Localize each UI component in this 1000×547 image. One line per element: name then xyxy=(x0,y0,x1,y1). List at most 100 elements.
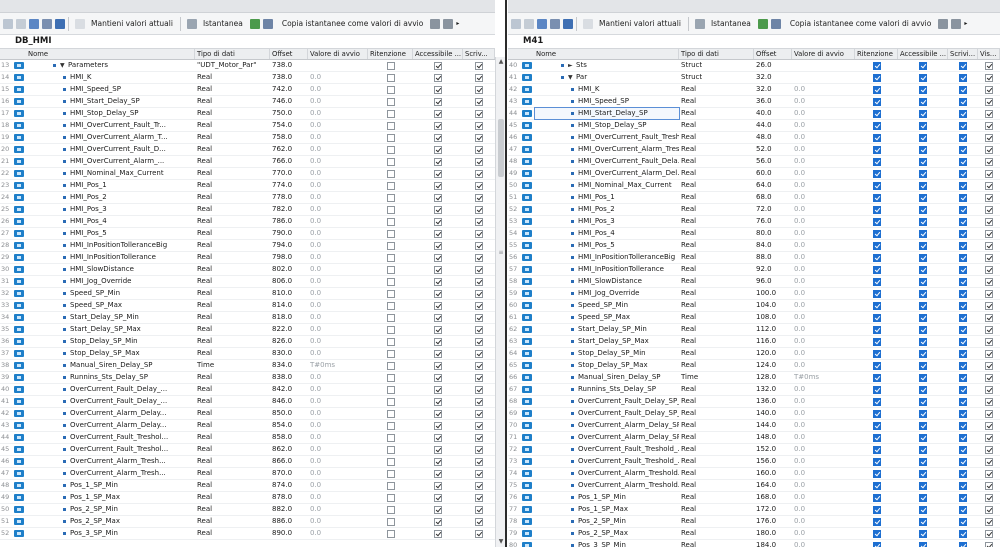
type-cell[interactable]: Real xyxy=(679,468,754,479)
accessible-checkbox[interactable] xyxy=(919,421,927,430)
accessible-checkbox[interactable] xyxy=(434,97,442,106)
visible-checkbox[interactable] xyxy=(985,121,993,130)
writable-checkbox[interactable] xyxy=(475,289,483,298)
retain-checkbox[interactable] xyxy=(872,157,881,166)
name-cell[interactable]: HMI_Stop_Delay_SP xyxy=(27,108,195,119)
toolbar-overflow-button[interactable]: ▸ xyxy=(964,16,967,32)
name-cell[interactable]: HMI_Nominal_Max_Current xyxy=(27,168,195,179)
type-cell[interactable]: Real xyxy=(195,516,270,527)
start-value-cell[interactable]: 0.0 xyxy=(308,72,368,83)
type-cell[interactable]: Time xyxy=(679,372,754,383)
start-value-cell[interactable]: 0.0 xyxy=(308,84,368,95)
accessible-checkbox[interactable] xyxy=(919,229,927,238)
writable-checkbox[interactable] xyxy=(959,241,967,250)
table-row[interactable]: 53 HMI_Pos_3 Real 76.0 0.0 xyxy=(508,216,1000,228)
retain-checkbox[interactable] xyxy=(872,373,881,382)
accessible-checkbox[interactable] xyxy=(434,73,442,82)
accessible-checkbox[interactable] xyxy=(434,205,442,214)
start-value-cell[interactable]: 0.0 xyxy=(792,156,855,167)
type-cell[interactable]: Real xyxy=(195,132,270,143)
name-cell[interactable]: Speed_SP_Min xyxy=(27,288,195,299)
visible-checkbox[interactable] xyxy=(985,421,993,430)
start-value-cell[interactable]: 0.0 xyxy=(792,228,855,239)
accessible-checkbox[interactable] xyxy=(434,229,442,238)
retain-checkbox[interactable] xyxy=(386,469,395,478)
type-cell[interactable]: Time xyxy=(195,360,270,371)
accessible-checkbox[interactable] xyxy=(919,313,927,322)
table-row[interactable]: 48 HMI_OverCurrent_Fault_Dela... Real 56.0 0… xyxy=(508,156,1000,168)
name-cell[interactable]: HMI_OverCurrent_Fault_Dela... xyxy=(535,156,679,167)
retain-checkbox[interactable] xyxy=(386,409,395,418)
name-cell[interactable]: OverCurrent_Fault_Treshol... xyxy=(27,444,195,455)
name-cell[interactable]: OverCurrent_Alarm_Treshold... xyxy=(535,468,679,479)
writable-checkbox[interactable] xyxy=(475,217,483,226)
retain-checkbox[interactable] xyxy=(386,301,395,310)
table-row[interactable]: 31 HMI_Jog_Override Real 806.0 0.0 xyxy=(0,276,495,288)
table-row[interactable]: 47 HMI_OverCurrent_Alarm_Tres... Real 52.0 0… xyxy=(508,144,1000,156)
insert-row-button[interactable] xyxy=(3,16,13,32)
start-value-cell[interactable]: 0.0 xyxy=(792,300,855,311)
writable-checkbox[interactable] xyxy=(475,397,483,406)
name-cell[interactable]: HMI_Pos_3 xyxy=(27,204,195,215)
accessible-checkbox[interactable] xyxy=(919,193,927,202)
table-row[interactable]: 65 Stop_Delay_SP_Max Real 124.0 0.0 xyxy=(508,360,1000,372)
name-cell[interactable]: HMI_K xyxy=(535,84,679,95)
visible-checkbox[interactable] xyxy=(985,349,993,358)
type-cell[interactable]: Real xyxy=(195,156,270,167)
writable-checkbox[interactable] xyxy=(475,325,483,334)
name-cell[interactable]: Pos_1_SP_Max xyxy=(27,492,195,503)
type-cell[interactable]: Real xyxy=(679,396,754,407)
name-cell[interactable]: Pos_1_SP_Max xyxy=(535,504,679,515)
type-cell[interactable]: Real xyxy=(679,360,754,371)
type-cell[interactable]: Real xyxy=(679,156,754,167)
writable-checkbox[interactable] xyxy=(475,313,483,322)
name-cell[interactable]: HMI_SlowDistance xyxy=(535,276,679,287)
accessible-checkbox[interactable] xyxy=(434,241,442,250)
name-cell[interactable]: HMI_K xyxy=(27,72,195,83)
writable-checkbox[interactable] xyxy=(475,229,483,238)
name-cell[interactable]: HMI_Pos_2 xyxy=(27,192,195,203)
name-cell[interactable]: OverCurrent_Fault_Delay_... xyxy=(27,384,195,395)
type-cell[interactable]: Real xyxy=(195,168,270,179)
writable-checkbox[interactable] xyxy=(959,301,967,310)
accessible-checkbox[interactable] xyxy=(919,481,927,490)
writable-checkbox[interactable] xyxy=(475,265,483,274)
writable-checkbox[interactable] xyxy=(959,421,967,430)
type-cell[interactable]: Real xyxy=(195,420,270,431)
name-cell[interactable]: OverCurrent_Fault_Treshold_... xyxy=(535,456,679,467)
name-cell[interactable]: ► Sts xyxy=(535,60,679,71)
retain-checkbox[interactable] xyxy=(386,313,395,322)
type-cell[interactable]: Real xyxy=(679,324,754,335)
visible-checkbox[interactable] xyxy=(985,385,993,394)
type-cell[interactable]: Real xyxy=(679,288,754,299)
table-row[interactable]: 39 Runnins_Sts_Delay_SP Real 838.0 0.0 xyxy=(0,372,495,384)
col-header-type[interactable]: Tipo di dati xyxy=(679,49,754,59)
table-row[interactable]: 13 ▼ Parameters "UDT_Motor_Par" 738.0 xyxy=(0,60,495,72)
type-cell[interactable]: Real xyxy=(195,264,270,275)
visible-checkbox[interactable] xyxy=(985,505,993,514)
start-value-cell[interactable]: 0.0 xyxy=(308,468,368,479)
writable-checkbox[interactable] xyxy=(959,229,967,238)
table-row[interactable]: 55 HMI_Pos_5 Real 84.0 0.0 xyxy=(508,240,1000,252)
retain-checkbox[interactable] xyxy=(386,121,395,130)
name-cell[interactable]: HMI_OverCurrent_Alarm_... xyxy=(27,156,195,167)
retain-checkbox[interactable] xyxy=(386,457,395,466)
writable-checkbox[interactable] xyxy=(475,109,483,118)
writable-checkbox[interactable] xyxy=(475,385,483,394)
name-cell[interactable]: OverCurrent_Fault_Treshol... xyxy=(27,432,195,443)
table-row[interactable]: 52 Pos_3_SP_Min Real 890.0 0.0 xyxy=(0,528,495,540)
accessible-checkbox[interactable] xyxy=(434,85,442,94)
visible-checkbox[interactable] xyxy=(985,133,993,142)
start-value-cell[interactable]: T#0ms xyxy=(308,360,368,371)
visible-checkbox[interactable] xyxy=(985,433,993,442)
start-value-cell[interactable]: 0.0 xyxy=(792,312,855,323)
start-value-cell[interactable]: 0.0 xyxy=(792,360,855,371)
start-value-cell[interactable]: 0.0 xyxy=(792,444,855,455)
visible-checkbox[interactable] xyxy=(985,493,993,502)
add-row-button[interactable] xyxy=(16,16,26,32)
accessible-checkbox[interactable] xyxy=(919,253,927,262)
type-cell[interactable]: Real xyxy=(195,336,270,347)
retain-checkbox[interactable] xyxy=(386,277,395,286)
accessible-checkbox[interactable] xyxy=(919,109,927,118)
type-cell[interactable]: Real xyxy=(195,228,270,239)
